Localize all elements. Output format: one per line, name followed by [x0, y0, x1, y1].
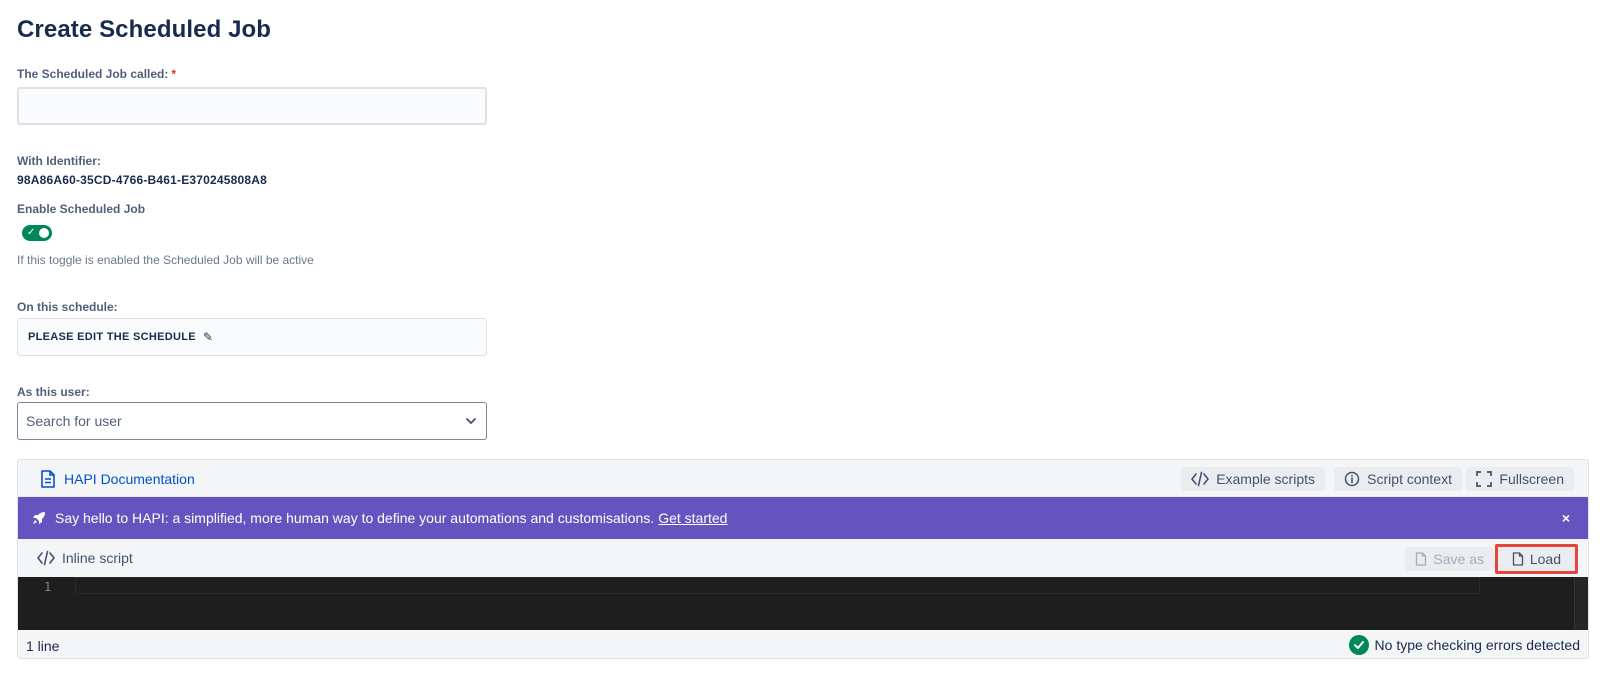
- script-editor-panel: HAPI Documentation Example scripts Scrip…: [17, 459, 1589, 659]
- current-line-highlight: [75, 577, 1480, 594]
- fullscreen-icon: [1476, 471, 1493, 487]
- file-icon: [1416, 552, 1427, 566]
- line-count: 1 line: [26, 638, 60, 654]
- document-icon: [41, 470, 55, 488]
- enable-toggle[interactable]: ✓: [22, 225, 52, 241]
- user-select[interactable]: Search for user: [17, 402, 487, 440]
- chevron-down-icon: [466, 418, 476, 424]
- editor-status-bar: 1 line No type checking errors detected: [18, 630, 1588, 658]
- info-icon: [1344, 471, 1360, 487]
- script-context-button[interactable]: Script context: [1334, 467, 1462, 491]
- job-name-input[interactable]: [17, 87, 487, 125]
- required-mark: *: [171, 67, 177, 81]
- save-as-button[interactable]: Save as: [1405, 547, 1494, 571]
- editor-scrollbar[interactable]: [1574, 577, 1588, 630]
- code-editor[interactable]: 1: [18, 577, 1588, 630]
- enable-label: Enable Scheduled Job: [17, 202, 146, 216]
- user-select-placeholder: Search for user: [26, 413, 122, 429]
- get-started-link[interactable]: Get started: [658, 510, 727, 526]
- banner-text: Say hello to HAPI: a simplified, more hu…: [55, 510, 655, 526]
- hapi-banner: Say hello to HAPI: a simplified, more hu…: [18, 497, 1588, 539]
- editor-toolbar: HAPI Documentation Example scripts Scrip…: [18, 460, 1588, 497]
- code-icon: [37, 550, 55, 566]
- hapi-documentation-link[interactable]: HAPI Documentation: [40, 470, 195, 488]
- job-name-label-text: The Scheduled Job called:: [17, 67, 169, 81]
- schedule-edit-button[interactable]: PLEASE EDIT THE SCHEDULE ✎: [17, 318, 487, 356]
- script-context-label: Script context: [1367, 471, 1452, 487]
- pencil-icon: ✎: [202, 330, 214, 344]
- schedule-value: PLEASE EDIT THE SCHEDULE: [28, 331, 196, 343]
- type-check-status: No type checking errors detected: [1348, 635, 1580, 655]
- hapi-documentation-label: HAPI Documentation: [64, 471, 195, 487]
- check-icon: ✓: [27, 227, 36, 238]
- close-icon[interactable]: ×: [1562, 510, 1570, 526]
- toggle-knob: [39, 228, 49, 238]
- load-label: Load: [1529, 551, 1561, 567]
- user-label: As this user:: [17, 385, 90, 399]
- code-icon: [1191, 471, 1209, 487]
- example-scripts-label: Example scripts: [1216, 471, 1315, 487]
- enable-help-text: If this toggle is enabled the Scheduled …: [17, 253, 314, 267]
- fullscreen-label: Fullscreen: [1499, 471, 1564, 487]
- save-as-label: Save as: [1433, 551, 1484, 567]
- check-circle-icon: [1348, 635, 1369, 655]
- inline-script-tab[interactable]: Inline script: [37, 550, 133, 566]
- inline-script-label: Inline script: [62, 550, 133, 566]
- load-button[interactable]: Load: [1494, 544, 1578, 574]
- rocket-icon: [33, 512, 45, 524]
- script-bar: Inline script Save as Load: [18, 539, 1588, 577]
- identifier-value: 98A86A60-35CD-4766-B461-E370245808A8: [17, 173, 268, 187]
- page-title: Create Scheduled Job: [17, 16, 272, 43]
- line-number: 1: [44, 580, 52, 594]
- fullscreen-button[interactable]: Fullscreen: [1466, 467, 1574, 491]
- schedule-label: On this schedule:: [17, 300, 118, 314]
- file-icon: [1512, 552, 1523, 566]
- example-scripts-button[interactable]: Example scripts: [1181, 467, 1325, 491]
- type-check-text: No type checking errors detected: [1374, 637, 1580, 653]
- job-name-label: The Scheduled Job called: *: [17, 67, 176, 81]
- identifier-label: With Identifier:: [17, 154, 101, 168]
